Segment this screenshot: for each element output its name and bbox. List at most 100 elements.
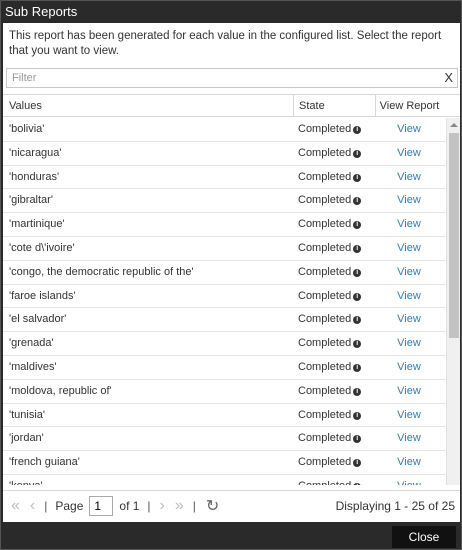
state-text: Completed [298,241,352,254]
vertical-scrollbar[interactable] [446,118,460,485]
info-icon[interactable]: i [353,435,362,444]
view-report-link[interactable]: View [375,427,443,450]
info-icon[interactable]: i [353,459,362,468]
info-icon[interactable]: i [353,197,362,206]
table-row: 'moldova, republic of' Completed i View [3,380,445,404]
view-report-link[interactable]: View [375,451,443,474]
view-report-link[interactable]: View [375,356,443,379]
row-value: 'bolivia' [9,123,45,135]
pager-separator: | [44,498,48,513]
info-icon[interactable]: i [353,340,362,349]
filter-box: X [6,68,458,88]
state-text: Completed [298,218,352,231]
row-state: Completedi [293,166,375,189]
row-state: Completedi [293,356,375,379]
view-report-link[interactable]: View [375,475,443,485]
info-icon[interactable]: i [353,221,362,230]
table-row: 'el salvador' Completed i View [3,308,445,333]
pager-separator: | [192,498,196,513]
row-state: Completedi [293,261,375,284]
row-state: Completedi [293,189,375,212]
view-report-link[interactable]: View [375,213,443,236]
info-icon[interactable]: i [353,268,362,277]
info-icon[interactable]: i [353,411,362,420]
page-count: of 1 [119,498,140,513]
table-row: 'cote d\'ivoire' Completed i View [3,237,445,261]
table-row: 'faroe islands' Completed i View [3,285,445,309]
table-row: 'nicaragua' Completed i View [3,142,445,166]
view-report-link[interactable]: View [375,118,443,141]
row-value: 'jordan' [9,432,44,445]
header-state[interactable]: State [293,95,375,116]
table-row: 'french guiana' Completed i View [3,451,445,475]
info-icon[interactable]: i [353,173,362,182]
next-page-icon[interactable]: › [160,497,165,515]
page-label: Page [55,498,84,513]
filter-input[interactable] [7,69,427,87]
info-icon[interactable]: i [353,244,362,253]
view-report-link[interactable]: View [375,404,443,427]
view-report-link[interactable]: View [375,285,443,308]
row-state: Completedi [293,427,375,450]
row-state: Completedi [293,237,375,260]
view-report-link[interactable]: View [375,142,443,165]
sub-reports-grid: Values State View Report 'bolivia' Comple… [3,94,460,485]
state-text: Completed [298,480,351,485]
scroll-up-icon[interactable] [447,118,460,132]
row-value: 'honduras' [9,170,60,183]
info-icon[interactable]: i [353,292,362,301]
view-report-link[interactable]: View [375,308,443,331]
first-page-icon[interactable]: « [11,497,20,515]
header-values[interactable]: Values [3,95,293,116]
table-row: 'tunisia' Completed i View [3,404,445,428]
row-state: Completedi [293,404,375,427]
grid-header: Values State View Report [3,95,460,117]
view-report-link[interactable]: View [375,380,443,403]
info-icon[interactable]: i [353,363,362,372]
view-report-link[interactable]: View [375,189,443,212]
row-value: 'kenya' [3,475,293,485]
view-report-link[interactable]: View [375,332,443,355]
view-report-link[interactable]: View [375,237,443,260]
row-value: 'maldives' [9,360,57,373]
row-state: Completedi [293,308,375,331]
row-value: 'nicaragua' [9,146,62,159]
page-number-input[interactable] [89,495,114,516]
state-text: Completed [298,408,352,421]
header-view-report[interactable]: View Report [375,95,443,116]
table-row: 'martinique' Completed i View [3,213,445,237]
view-report-link[interactable]: View [375,166,443,189]
state-text: Completed [298,384,352,397]
refresh-icon[interactable]: ↻ [206,496,219,516]
state-text: Completed [298,194,352,207]
state-text: Completed [298,289,352,302]
view-report-link[interactable]: View [375,261,443,284]
table-row: 'congo, the democratic republic of the' C… [3,261,445,285]
row-state: Completedi [293,332,375,355]
grid-rows: 'bolivia' Completed i View'nicaragua' Comple… [3,118,445,485]
row-state: Completedi [293,142,375,165]
row-value: 'martinique' [9,218,65,231]
row-state: Completedi [293,118,375,141]
row-state: Completedi [293,475,375,485]
info-icon[interactable]: i [353,149,362,158]
clear-filter-icon[interactable]: X [444,70,453,86]
table-row: 'honduras' Completed i View [3,166,445,190]
scroll-thumb[interactable] [449,133,459,338]
info-icon[interactable]: i [353,482,362,485]
state-text: Completed [298,313,352,326]
row-value: 'tunisia' [9,408,45,421]
dialog-content: This report has been generated for each … [3,23,460,522]
info-icon[interactable]: i [353,316,362,325]
state-text: Completed [298,123,352,135]
close-button[interactable]: Close [392,526,456,548]
state-text: Completed [298,170,352,183]
displaying-count: Displaying 1 - 25 of 25 [335,498,455,513]
last-page-icon[interactable]: » [175,497,184,515]
prev-page-icon[interactable]: ‹ [30,497,35,515]
row-state: Completedi [293,380,375,403]
info-icon[interactable]: i [353,387,362,396]
table-row: 'gibraltar' Completed i View [3,189,445,214]
info-icon[interactable]: i [353,126,362,134]
dialog-footer: Close [3,522,460,549]
